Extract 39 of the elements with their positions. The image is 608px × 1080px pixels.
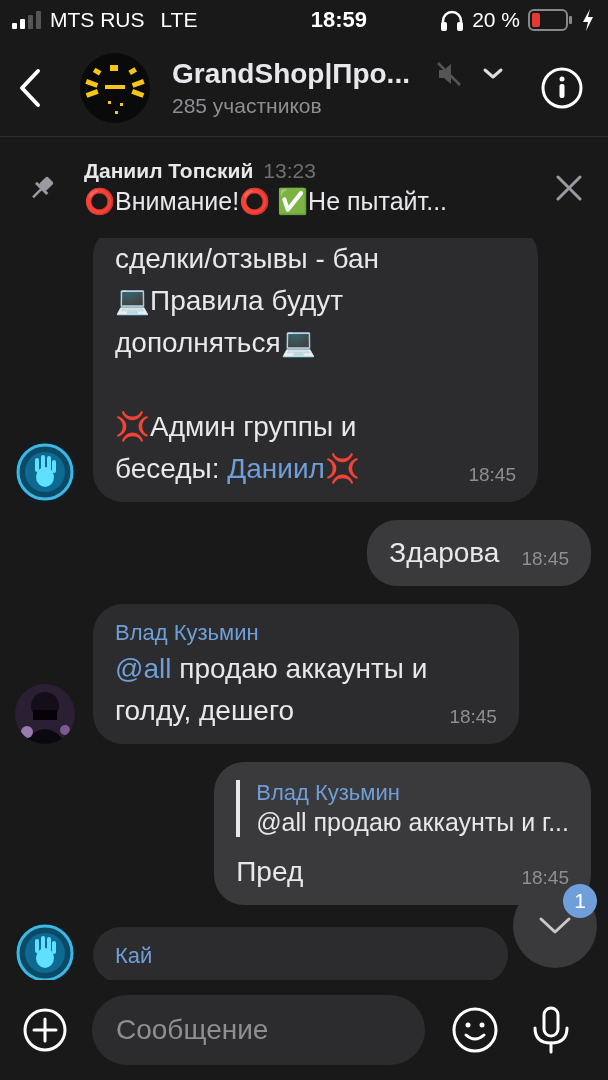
pinned-author: Даниил Топский: [84, 159, 254, 183]
message-text: @all продаю аккаунты и голду, дешего: [115, 652, 428, 728]
back-icon[interactable]: [18, 68, 42, 108]
battery-icon: [528, 9, 574, 31]
sender-name[interactable]: Кай: [115, 943, 486, 969]
message-field[interactable]: Сообщение: [92, 995, 425, 1065]
close-icon[interactable]: [556, 174, 582, 201]
chevron-down-icon[interactable]: [481, 67, 504, 81]
info-icon[interactable]: [540, 66, 584, 110]
reply-quote[interactable]: Влад Кузьмин @all продаю аккаунты и г...: [236, 780, 569, 837]
message-text: Пред: [236, 855, 304, 889]
clock-time: 18:59: [310, 7, 367, 33]
pinned-time: 13:23: [263, 159, 316, 183]
message-text: сделки/отзывы - бан 💻Правила будут дополняться💻 💢Админ группы и беседы: Даниил💢: [115, 242, 380, 486]
carrier-name: MTS RUS: [50, 8, 145, 32]
battery-percent: 20 %: [472, 8, 520, 32]
signal-icon: [12, 11, 44, 29]
add-icon[interactable]: [22, 1007, 68, 1053]
chevron-down-icon: [538, 916, 572, 936]
chat-title: GrandShop|Про...: [172, 58, 410, 90]
member-count: 285 участников: [172, 94, 323, 118]
quoted-sender: Влад Кузьмин: [256, 780, 401, 806]
microphone-icon[interactable]: [531, 1006, 571, 1054]
network-type: LTE: [160, 8, 198, 32]
quoted-message: @all продаю аккаунты и г...: [256, 808, 569, 837]
headphones-icon: [440, 9, 465, 31]
emoji-icon[interactable]: [451, 1006, 499, 1054]
mention-link[interactable]: Даниил: [227, 453, 325, 484]
pinned-message[interactable]: ⭕Внимание!⭕ ✅Не пытайт...: [84, 187, 556, 216]
logo-icon: [80, 53, 150, 123]
scroll-down-button[interactable]: 1: [513, 884, 597, 968]
charging-icon: [582, 9, 594, 31]
message-text: Здарова: [389, 536, 500, 570]
unread-badge: 1: [563, 884, 597, 918]
sender-name[interactable]: Влад Кузьмин: [115, 620, 497, 646]
message-time: 18:45: [449, 706, 497, 728]
message-time: 18:45: [521, 548, 569, 570]
mention-link[interactable]: @all: [115, 653, 172, 684]
message-time: 18:45: [468, 464, 516, 486]
